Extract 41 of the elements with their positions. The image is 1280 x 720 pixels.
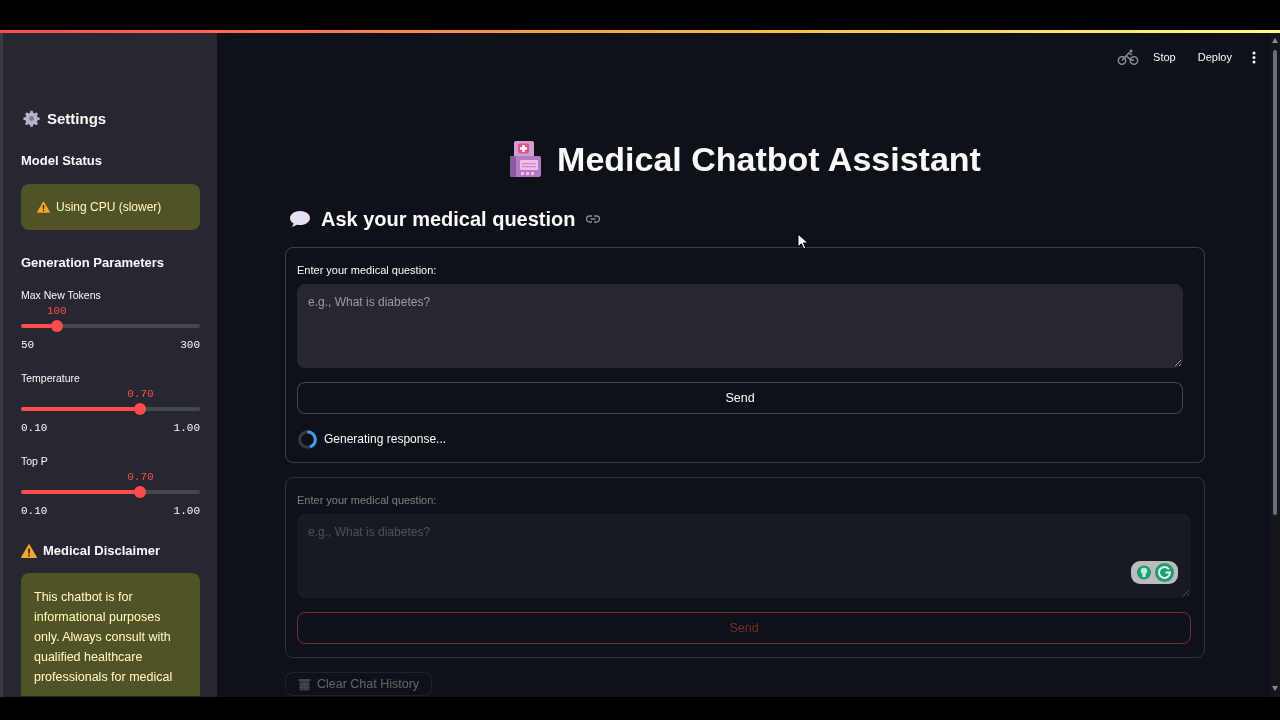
slider-label: Max New Tokens [21,288,102,303]
warning-icon [21,544,37,558]
hospital-building-icon [509,141,543,177]
slider-min-label: 0.10 [21,504,48,518]
status-text: Generating response... [324,432,447,446]
speech-bubble-icon [289,210,311,228]
slider-value: 100 [46,304,67,318]
section-heading: Generation Parameters [21,254,166,272]
slider-max-label: 1.00 [173,504,200,518]
toolbar-button[interactable]: Stop [1145,46,1184,68]
slider-thumb[interactable] [50,320,63,332]
slider-min-label: 50 [21,338,35,352]
alert-text: Using CPU (slower) [56,200,162,214]
spinner-icon [298,429,317,449]
toolbar-button[interactable]: Deploy [1189,46,1240,68]
gear-icon [23,109,40,127]
section-heading: Model Status [21,152,103,170]
slider-label: Temperature [21,371,81,386]
wastebasket-icon [298,677,311,691]
section-subheader: Ask your medical question [321,207,576,232]
slider-thumb[interactable] [134,486,147,498]
slider-max-label: 300 [180,338,200,352]
send-button[interactable]: Send [297,382,1183,414]
cyclist-icon [1117,49,1140,65]
slider-max-label: 1.00 [173,421,200,435]
field-label: Enter your medical question: [297,263,438,278]
slider-min-label: 0.10 [21,421,48,435]
vertical-scrollbar[interactable] [1270,33,1280,697]
field-label: Enter your medical question: [297,493,438,508]
question-input[interactable]: e.g., What is diabetes? [297,284,1183,368]
page-title: Medical Chatbot Assistant [557,139,981,180]
disclaimer-text: This chatbot is for informational purposes only. Always consult with qualified healthcare professionals for medical [34,589,174,686]
slider-value: 0.70 [127,387,154,401]
warning-icon [37,201,50,213]
vertical-dots-icon [1252,50,1256,64]
section-heading: Medical Disclaimer [43,542,161,560]
slider-thumb[interactable] [134,403,147,415]
slider-value: 0.70 [127,470,154,484]
slider-label: Top P [21,454,49,469]
sidebar-title: Settings [47,109,107,127]
link-icon [585,215,600,223]
